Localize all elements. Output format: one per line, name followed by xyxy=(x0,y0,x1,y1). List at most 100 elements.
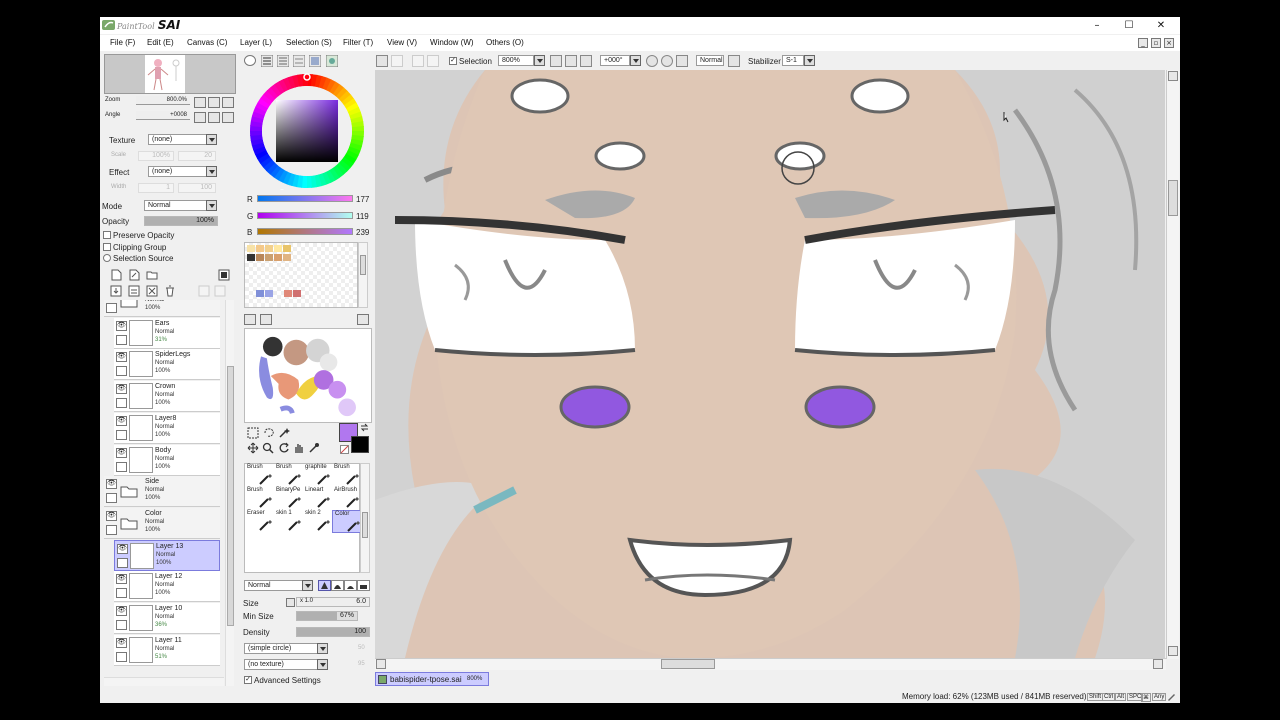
scratchpad-tool-1[interactable] xyxy=(244,314,256,325)
visibility-eye-icon[interactable]: 👁 xyxy=(116,320,127,331)
color-swatch[interactable] xyxy=(283,245,291,252)
vscroll-thumb[interactable] xyxy=(1168,180,1178,216)
lock-toggle[interactable] xyxy=(116,398,127,409)
effect-width-num[interactable]: 100 xyxy=(178,183,216,193)
clear-layer-icon[interactable] xyxy=(146,285,158,297)
brush-preset[interactable]: Eraser xyxy=(245,510,275,533)
color-swatch[interactable] xyxy=(265,254,273,261)
brush-preset[interactable]: AirBrush xyxy=(332,487,362,510)
visibility-eye-icon[interactable]: 👁 xyxy=(116,352,127,363)
layer-row-ears[interactable]: 👁 Ears Normal 31% xyxy=(114,317,220,349)
min-size-slider[interactable]: 67% xyxy=(296,611,358,621)
g-value[interactable]: 119 xyxy=(356,212,369,221)
magic-wand-icon[interactable] xyxy=(278,427,290,439)
lock-toggle[interactable] xyxy=(116,651,127,662)
lock-toggle[interactable] xyxy=(116,429,127,440)
redo-button[interactable] xyxy=(391,55,403,67)
lock-toggle[interactable] xyxy=(116,334,127,345)
hsv-sliders-tab-icon[interactable] xyxy=(277,55,289,67)
toolbar-rotate-left-button[interactable] xyxy=(646,55,658,67)
eyedropper-icon[interactable] xyxy=(308,442,320,454)
toolbar-zoom-fit-button[interactable] xyxy=(580,55,592,67)
rect-select-icon[interactable] xyxy=(247,427,259,439)
visibility-eye-icon[interactable]: 👁 xyxy=(116,447,127,458)
toolbar-angle-dropdown[interactable]: +000° xyxy=(600,55,630,66)
layer-row-body[interactable]: 👁 Body Normal 100% xyxy=(114,444,220,476)
layer-menu-icon[interactable] xyxy=(218,269,230,281)
rotate-left-button[interactable] xyxy=(194,112,206,123)
invert-selection-button[interactable] xyxy=(427,55,439,67)
layer-row-front[interactable]: 👁FrontNormal100% xyxy=(104,300,220,317)
menu-layer[interactable]: Layer (L) xyxy=(240,38,272,47)
menu-filter[interactable]: Filter (T) xyxy=(343,38,373,47)
lock-toggle[interactable] xyxy=(106,524,117,535)
layer-row-layer-12[interactable]: 👁 Layer 12 Normal 100% xyxy=(114,571,220,603)
menu-window[interactable]: Window (W) xyxy=(430,38,474,47)
rotate-tool-icon[interactable] xyxy=(278,442,290,454)
layer-row-layer-13[interactable]: 👁 Layer 13 Normal 100% xyxy=(114,539,220,571)
mdi-close-button[interactable]: × xyxy=(1164,38,1174,48)
layer-row-side[interactable]: 👁 Side Normal 100% xyxy=(104,476,220,508)
menu-others[interactable]: Others (O) xyxy=(486,38,524,47)
layer-mode-dropdown[interactable]: Normal xyxy=(144,200,212,211)
toolbar-rotate-reset-button[interactable] xyxy=(676,55,688,67)
stabilizer-dropdown[interactable]: S-1 xyxy=(782,55,804,66)
visibility-eye-icon[interactable]: 👁 xyxy=(117,543,128,554)
mdi-restore-button[interactable]: ▫ xyxy=(1151,38,1161,48)
color-swatch[interactable] xyxy=(283,254,291,261)
lock-toggle[interactable] xyxy=(116,461,127,472)
close-button[interactable]: ✕ xyxy=(1144,17,1178,34)
move-icon[interactable] xyxy=(247,442,259,454)
brush-mode-dropdown-arrow[interactable] xyxy=(302,580,313,591)
vscroll-up-button[interactable] xyxy=(1168,71,1178,81)
mdi-minimize-button[interactable]: _ xyxy=(1138,38,1148,48)
advanced-settings-checkbox[interactable]: ✓ xyxy=(244,676,252,684)
canvas-vertical-scrollbar[interactable] xyxy=(1166,70,1179,659)
delete-layer-icon[interactable] xyxy=(164,285,176,297)
scratchpad-close-button[interactable] xyxy=(357,314,369,325)
layer-row-layer-11[interactable]: 👁 Layer 11 Normal 51% xyxy=(114,634,220,666)
brush-mode-dropdown[interactable]: Normal xyxy=(244,580,304,591)
new-layer-icon[interactable] xyxy=(110,269,122,281)
zoom-reset-button[interactable] xyxy=(222,97,234,108)
color-swatch[interactable] xyxy=(284,290,292,297)
minimize-button[interactable]: – xyxy=(1080,17,1114,34)
color-swatch[interactable] xyxy=(247,254,255,261)
vscroll-down-button[interactable] xyxy=(1168,646,1178,656)
deselect-button[interactable] xyxy=(412,55,424,67)
new-linework-layer-icon[interactable] xyxy=(128,269,140,281)
swatch-scroll-thumb[interactable] xyxy=(360,255,366,275)
color-swatch[interactable] xyxy=(274,254,282,261)
color-mixer-tab-icon[interactable] xyxy=(293,55,305,67)
layer-list-hscroll[interactable] xyxy=(104,677,224,686)
layer-row-layer8[interactable]: 👁 Layer8 Normal 100% xyxy=(114,412,220,444)
navigator-preview[interactable] xyxy=(104,54,236,94)
brush-preset[interactable]: Color xyxy=(332,510,362,533)
color-swatch[interactable] xyxy=(256,254,264,261)
layer-list-scrollbar[interactable] xyxy=(225,300,234,686)
transfer-down-icon[interactable] xyxy=(110,285,122,297)
canvas-horizontal-scrollbar[interactable] xyxy=(375,658,1166,670)
brush-grid-scroll-thumb[interactable] xyxy=(362,512,368,538)
selection-source-radio[interactable] xyxy=(103,254,111,262)
toolbar-zoom-dropdown-arrow[interactable] xyxy=(534,55,545,66)
color-swatch[interactable] xyxy=(256,290,264,297)
r-slider[interactable] xyxy=(257,195,353,202)
opacity-slider[interactable]: 100% xyxy=(144,216,218,226)
menu-canvas[interactable]: Canvas (C) xyxy=(187,38,227,47)
b-slider[interactable] xyxy=(257,228,353,235)
texture-scale-slider[interactable]: 100% xyxy=(138,151,174,161)
color-wheel[interactable] xyxy=(248,72,366,190)
scratchpad-tool-2[interactable] xyxy=(260,314,272,325)
layer-extra-icon-1[interactable] xyxy=(198,285,210,297)
stabilizer-dropdown-arrow[interactable] xyxy=(804,55,815,66)
brush-grid-scrollbar[interactable] xyxy=(360,463,370,573)
menu-edit[interactable]: Edit (E) xyxy=(147,38,174,47)
brush-shape-buttons[interactable] xyxy=(318,580,370,591)
toolbar-zoom-in-button[interactable] xyxy=(565,55,577,67)
swatches-tab-icon[interactable] xyxy=(309,55,321,67)
clipping-group-checkbox[interactable] xyxy=(103,243,111,251)
lock-toggle[interactable] xyxy=(116,588,127,599)
scratchpad-tab-icon[interactable] xyxy=(326,55,338,67)
g-slider[interactable] xyxy=(257,212,353,219)
